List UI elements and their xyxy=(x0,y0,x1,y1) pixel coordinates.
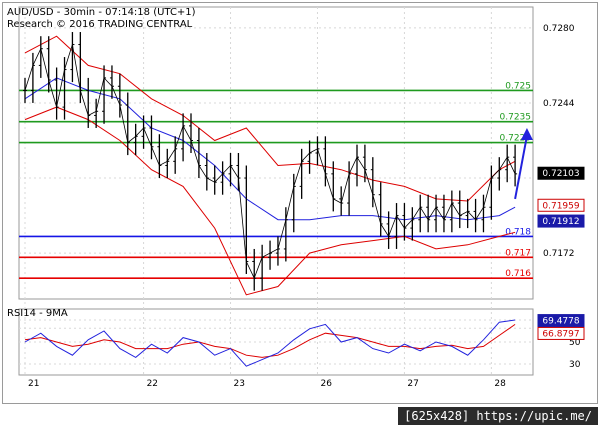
price-layer xyxy=(23,32,518,291)
price-bar xyxy=(339,186,344,216)
price-bar xyxy=(481,194,486,233)
price-bar xyxy=(23,77,27,103)
moving-average-line xyxy=(24,77,516,221)
price-bar xyxy=(181,113,186,162)
price-pane-border xyxy=(18,6,534,300)
x-day-label: 22 xyxy=(147,379,158,389)
x-day-label: 28 xyxy=(494,379,506,389)
price-tag: 0.72103 xyxy=(537,166,585,180)
y-tick-label: 0.7280 xyxy=(543,24,575,34)
y-tick-label: 0.7244 xyxy=(543,99,575,109)
price-bar xyxy=(457,190,462,229)
price-bar xyxy=(449,190,454,233)
level-label: 0.7235 xyxy=(500,113,532,123)
price-bar xyxy=(212,165,217,195)
x-day-label: 23 xyxy=(234,379,245,389)
price-bar xyxy=(54,67,59,120)
price-bar xyxy=(489,165,494,220)
price-bar xyxy=(260,244,265,291)
price-bar xyxy=(307,140,312,174)
price-bar xyxy=(394,203,399,249)
level-label: 0.717 xyxy=(505,248,531,258)
price-bar xyxy=(70,32,75,83)
price-tag-text: 0.72103 xyxy=(542,169,579,179)
price-tag: 0.71959 xyxy=(537,198,585,212)
rsi-tag-text: 69.4778 xyxy=(542,317,579,327)
price-bar xyxy=(299,148,304,199)
price-bar xyxy=(315,136,320,166)
footer-bar: [625x428] https://upic.me/ xyxy=(0,405,600,430)
price-tag: 0.71912 xyxy=(537,214,585,228)
rsi-title: RSI14 - 9MA xyxy=(7,308,68,319)
rsi-ma-line xyxy=(24,323,516,358)
price-bar xyxy=(236,153,241,191)
price-bar xyxy=(165,148,170,179)
bollinger-upper-line xyxy=(24,35,516,202)
price-bar xyxy=(347,161,352,216)
price-bar xyxy=(473,198,478,233)
price-bar xyxy=(418,194,423,233)
forecast-arrow-shaft xyxy=(514,135,528,200)
price-bar xyxy=(441,194,446,233)
price-bar xyxy=(157,134,162,179)
footer-watermark[interactable]: [625x428] https://upic.me/ xyxy=(398,407,598,425)
level-label: 0.725 xyxy=(505,81,531,91)
level-label: 0.716 xyxy=(505,269,531,279)
chart-canvas: AUD/USD - 30min - 07:14:18 (UTC+1) Resea… xyxy=(7,6,585,389)
x-day-label: 27 xyxy=(407,379,418,389)
x-day-label: 21 xyxy=(28,379,39,389)
price-bar xyxy=(378,182,383,237)
x-day-label: 26 xyxy=(320,379,332,389)
price-bar xyxy=(402,203,407,241)
y-tick-label: 0.7172 xyxy=(543,249,575,259)
rsi-layer xyxy=(24,319,516,367)
chart-title: AUD/USD - 30min - 07:14:18 (UTC+1) xyxy=(7,7,196,18)
price-bar xyxy=(410,207,415,241)
price-bar xyxy=(30,52,35,103)
rsi-tag: 69.4778 xyxy=(537,314,585,328)
price-bar xyxy=(109,65,114,99)
price-bar xyxy=(275,236,280,266)
axis-layer: 0.72800.72440.7172503021 22 23 26 27 28 xyxy=(28,24,581,389)
price-bar xyxy=(355,144,359,187)
level-label: 0.718 xyxy=(505,227,531,237)
rsi-tag: 66.8797 xyxy=(537,326,585,340)
rsi-tick-label: 30 xyxy=(569,360,581,370)
rsi-line xyxy=(24,319,516,367)
price-tag-text: 0.71959 xyxy=(542,201,579,211)
price-bar xyxy=(513,144,518,187)
price-bar xyxy=(252,248,257,291)
price-bar xyxy=(465,198,470,229)
price-bar xyxy=(189,113,193,153)
price-tag-text: 0.71912 xyxy=(542,217,579,227)
price-bar xyxy=(497,157,502,191)
price-bar xyxy=(505,144,510,183)
price-bar xyxy=(426,194,431,233)
price-bar xyxy=(133,123,138,156)
price-bar xyxy=(268,240,273,270)
price-bar xyxy=(62,57,67,120)
price-bar xyxy=(434,194,439,233)
grid-layer xyxy=(18,6,534,376)
price-bar xyxy=(38,36,43,78)
price-bar xyxy=(125,92,130,156)
chart-frame: AUD/USD - 30min - 07:14:18 (UTC+1) Resea… xyxy=(2,2,598,404)
rsi-tag-text: 66.8797 xyxy=(542,329,579,339)
price-bar xyxy=(196,127,201,179)
price-bar xyxy=(78,32,83,103)
